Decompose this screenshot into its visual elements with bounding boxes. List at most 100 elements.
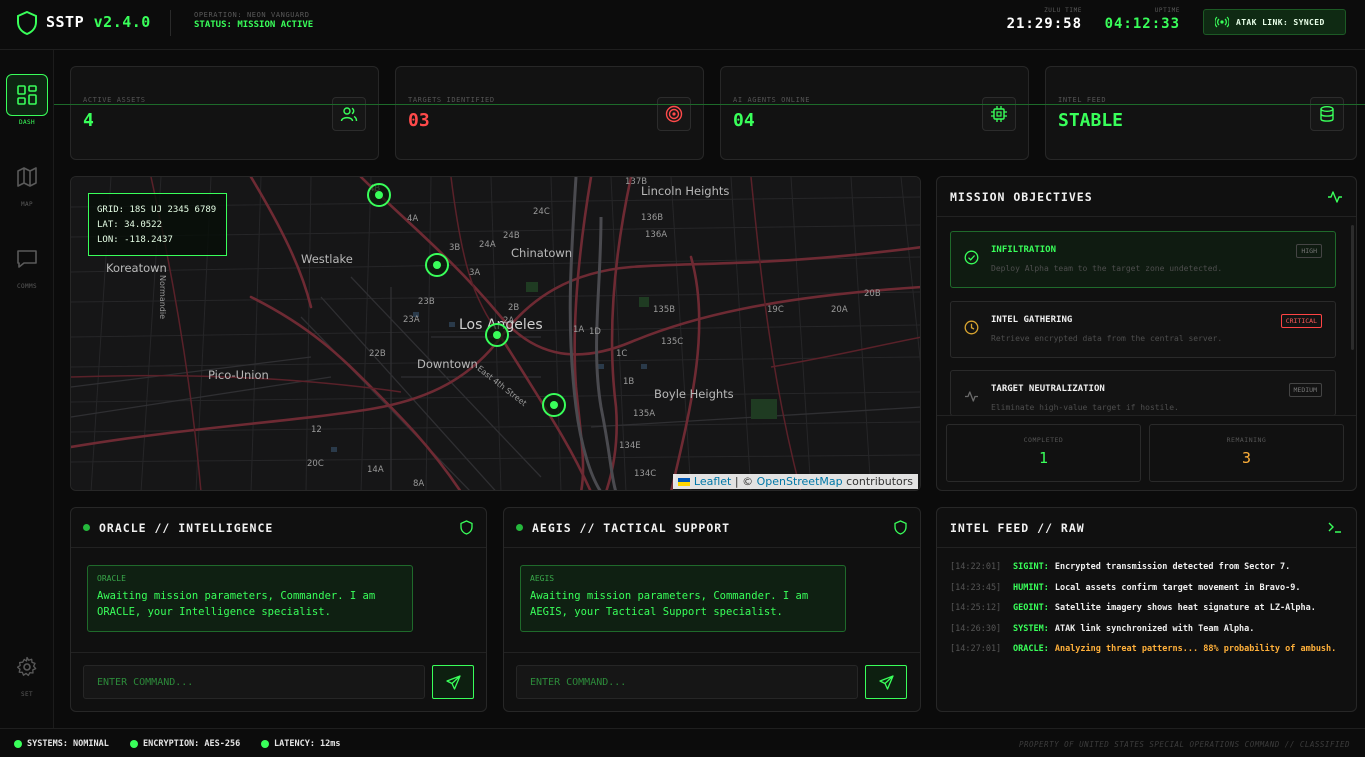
zulu-time: 21:29:58	[1006, 16, 1082, 32]
atak-link-button[interactable]: ATAK LINK: SYNCED	[1203, 9, 1346, 35]
stat-card-ai-agents: AI AGENTS ONLINE 04	[720, 66, 1029, 160]
mission-status: STATUS: MISSION ACTIVE	[194, 20, 314, 30]
map-label-normandie: Normandie	[158, 275, 167, 320]
chat-icon	[17, 250, 37, 268]
remaining-count: REMAINING 3	[1149, 424, 1344, 482]
uptime-value: 04:12:33	[1104, 16, 1180, 32]
shield-icon	[460, 520, 473, 535]
oracle-message: ORACLE Awaiting mission parameters, Comm…	[87, 565, 413, 632]
target-icon	[665, 105, 683, 123]
uptime-clock: UPTIME 04:12:33	[1098, 7, 1180, 32]
oracle-send-button[interactable]	[432, 665, 474, 699]
latitude: LAT: 34.0522	[97, 220, 163, 230]
osm-link[interactable]: OpenStreetMap	[757, 475, 843, 488]
map-label-koreatown: Koreatown	[106, 261, 167, 275]
status-dot	[14, 740, 22, 748]
send-icon	[445, 674, 461, 690]
feed-entry: [14:25:12] GEOINT: Satellite imagery sho…	[950, 603, 1316, 613]
feed-entry: [14:22:01] SIGINT: Encrypted transmissio…	[950, 562, 1291, 572]
aegis-command-input[interactable]	[516, 665, 858, 699]
sidebar: DASH MAP COMMS SET	[0, 50, 54, 728]
coordinate-readout: GRID: 18S UJ 2345 6789 LAT: 34.0522 LON:…	[88, 193, 227, 256]
objective-intel-gathering[interactable]: INTEL GATHERING Retrieve encrypted data …	[950, 301, 1336, 358]
online-indicator	[516, 524, 523, 531]
stat-value: 04	[733, 110, 755, 131]
top-header: SSTP v2.4.0 OPERATION: NEON VANGUARD STA…	[0, 0, 1365, 50]
completed-count: COMPLETED 1	[946, 424, 1141, 482]
zulu-clock: ZULU TIME 21:29:58	[1000, 7, 1082, 32]
map-label-boyle-heights: Boyle Heights	[654, 387, 734, 401]
asset-marker[interactable]	[425, 253, 449, 277]
classification-notice: PROPERTY OF UNITED STATES SPECIAL OPERAT…	[1018, 740, 1350, 749]
stat-card-intel-feed: INTEL FEED STABLE	[1045, 66, 1357, 160]
app-title: SSTP v2.4.0	[46, 13, 151, 31]
tactical-map[interactable]: Lincoln Heights Westlake Chinatown Korea…	[70, 176, 921, 491]
priority-badge: CRITICAL	[1280, 314, 1322, 328]
users-icon	[340, 107, 358, 122]
sidebar-item-comms[interactable]: COMMS	[0, 238, 54, 290]
systems-status: SYSTEMS: NOMINAL	[14, 739, 109, 749]
map-label-downtown: Downtown	[417, 357, 478, 371]
map-label-pico-union: Pico-Union	[208, 368, 269, 382]
map-attribution: Leaflet | © OpenStreetMap contributors	[673, 474, 918, 489]
oracle-chat-panel: ORACLE // INTELLIGENCE ORACLE Awaiting m…	[70, 507, 487, 712]
send-icon	[878, 674, 894, 690]
header-divider	[170, 10, 171, 36]
activity-icon	[1328, 191, 1342, 203]
stat-value: 03	[408, 110, 430, 131]
broadcast-icon	[1215, 16, 1229, 28]
stat-card-active-assets: ACTIVE ASSETS 4	[70, 66, 379, 160]
map-label-lincoln-heights: Lincoln Heights	[641, 184, 730, 198]
aegis-message: AEGIS Awaiting mission parameters, Comma…	[520, 565, 846, 632]
panel-title: INTEL FEED // RAW	[950, 521, 1085, 535]
gear-icon	[16, 656, 37, 677]
check-circle-icon	[964, 250, 979, 265]
operation-name: OPERATION: NEON VANGUARD	[194, 11, 310, 19]
status-footer: SYSTEMS: NOMINAL ENCRYPTION: AES-256 LAT…	[0, 728, 1365, 757]
stat-value: STABLE	[1058, 110, 1124, 131]
encryption-status: ENCRYPTION: AES-256	[130, 739, 240, 749]
stat-value: 4	[83, 110, 94, 131]
cpu-icon	[991, 106, 1007, 122]
sidebar-item-settings[interactable]: SET	[0, 646, 54, 698]
map-label-westlake: Westlake	[301, 252, 353, 266]
map-icon	[17, 167, 37, 187]
objectives-scrollbar[interactable]	[1351, 225, 1354, 350]
oracle-command-input[interactable]	[83, 665, 425, 699]
panel-title: AEGIS // TACTICAL SUPPORT	[532, 521, 731, 535]
panel-title: MISSION OBJECTIVES	[950, 190, 1093, 204]
asset-marker[interactable]	[367, 183, 391, 207]
terminal-icon	[1328, 522, 1341, 533]
ukraine-flag-icon	[678, 478, 691, 486]
objective-target-neutralization[interactable]: TARGET NEUTRALIZATION Eliminate high-val…	[950, 370, 1336, 416]
feed-entry: [14:27:01] ORACLE: Analyzing threat patt…	[950, 644, 1337, 654]
database-icon	[1320, 106, 1334, 122]
longitude: LON: -118.2437	[97, 235, 173, 245]
panel-title: ORACLE // INTELLIGENCE	[99, 521, 274, 535]
intel-feed-panel: INTEL FEED // RAW [14:22:01] SIGINT: Enc…	[936, 507, 1357, 712]
shield-icon	[17, 11, 37, 35]
aegis-send-button[interactable]	[865, 665, 907, 699]
grid-ref: GRID: 18S UJ 2345 6789	[97, 205, 217, 215]
asset-marker[interactable]	[485, 323, 509, 347]
activity-icon	[965, 391, 978, 402]
asset-marker[interactable]	[542, 393, 566, 417]
stat-card-targets: TARGETS IDENTIFIED 03	[395, 66, 704, 160]
map-label-chinatown: Chinatown	[511, 246, 573, 260]
mission-objectives-panel: MISSION OBJECTIVES INFILTRATION Deploy A…	[936, 176, 1357, 491]
leaflet-link[interactable]: Leaflet	[694, 475, 731, 488]
status-dot	[130, 740, 138, 748]
feed-entry: [14:26:30] SYSTEM: ATAK link synchronize…	[950, 624, 1255, 634]
priority-badge: MEDIUM	[1288, 383, 1322, 397]
dashboard-icon	[17, 85, 37, 105]
scanline	[54, 104, 1365, 105]
online-indicator	[83, 524, 90, 531]
objective-infiltration[interactable]: INFILTRATION Deploy Alpha team to the ta…	[950, 231, 1336, 288]
sidebar-item-map[interactable]: MAP	[0, 156, 54, 208]
clock-icon	[964, 320, 979, 335]
sidebar-item-dash[interactable]: DASH	[0, 74, 54, 126]
priority-badge: HIGH	[1296, 244, 1322, 258]
shield-icon	[894, 520, 907, 535]
aegis-chat-panel: AEGIS // TACTICAL SUPPORT AEGIS Awaiting…	[503, 507, 921, 712]
feed-entry: [14:23:45] HUMINT: Local assets confirm …	[950, 583, 1301, 593]
